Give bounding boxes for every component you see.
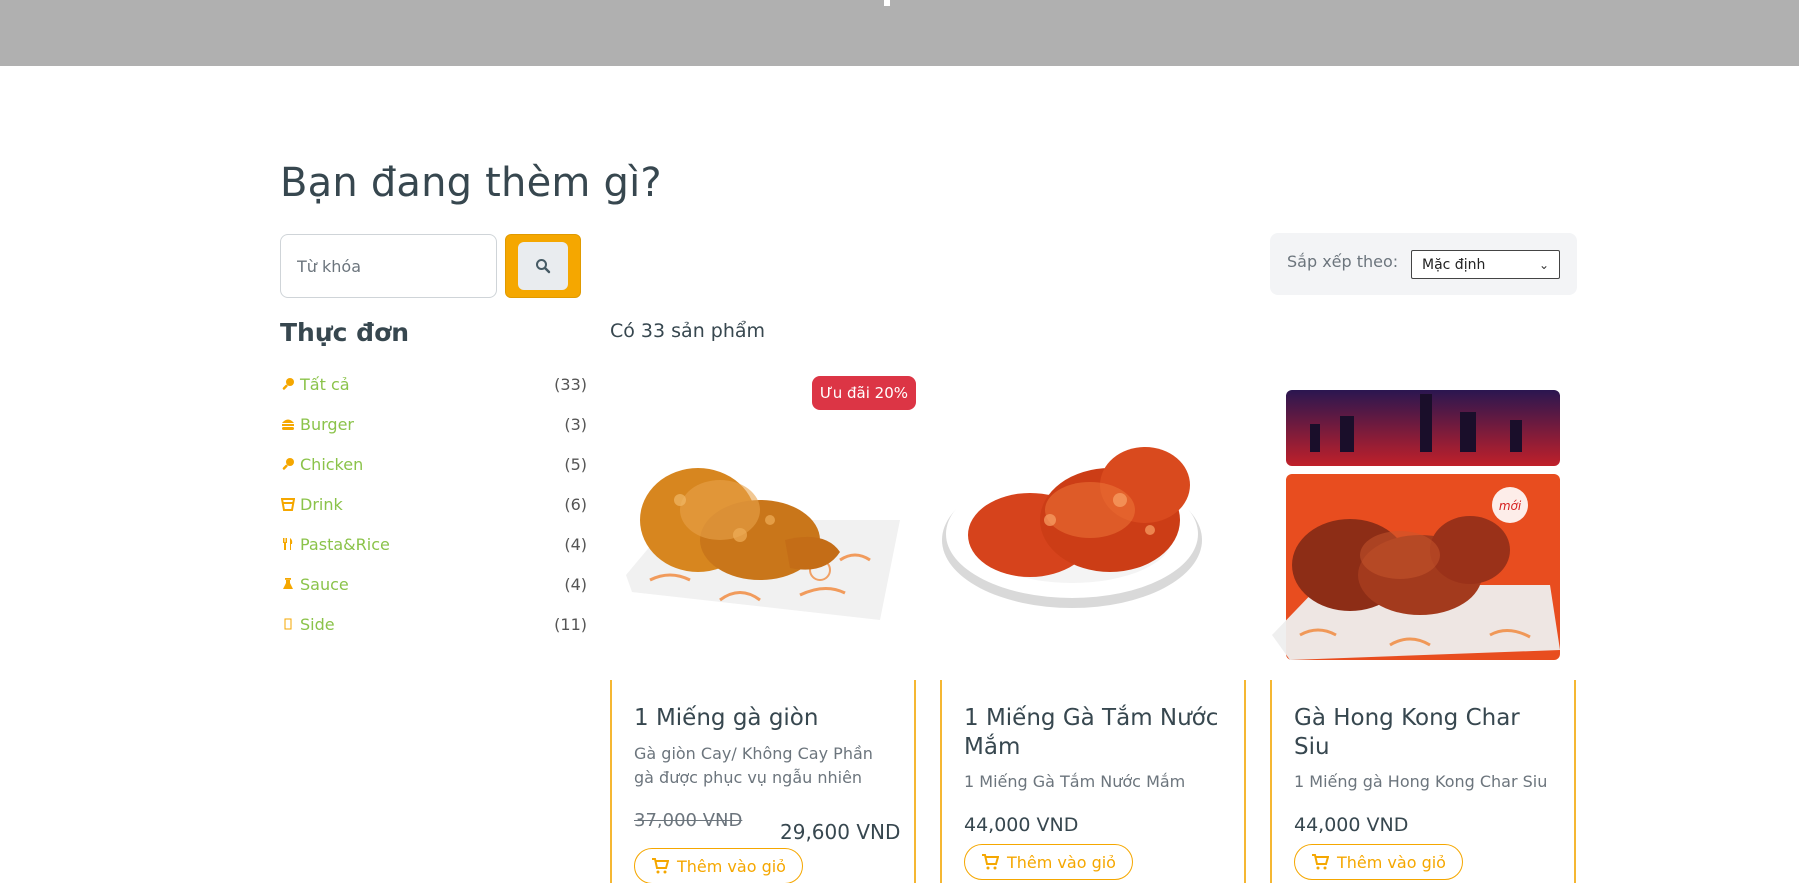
utensils-icon xyxy=(280,536,296,552)
new-badge-text: mới xyxy=(1499,499,1522,513)
box-icon xyxy=(280,616,296,632)
add-to-cart-label: Thêm vào giỏ xyxy=(1337,852,1446,872)
product-image[interactable]: mới xyxy=(1270,370,1576,670)
category-list: Tất cả (33) Burger (3) Chicken (5) Drink… xyxy=(280,364,587,644)
glass-icon xyxy=(280,496,296,512)
product-description: 1 Miếng Gà Tắm Nước Mắm xyxy=(964,772,1186,791)
cart-icon xyxy=(1312,854,1329,870)
category-item-sauce[interactable]: Sauce (4) xyxy=(280,564,587,604)
add-to-cart-label: Thêm vào giỏ xyxy=(677,856,786,876)
category-item-burger[interactable]: Burger (3) xyxy=(280,404,587,444)
category-count: (11) xyxy=(554,614,587,634)
flask-icon xyxy=(280,576,296,592)
sort-select[interactable]: Mặc định ⌄ xyxy=(1411,250,1560,279)
discount-badge: Ưu đãi 20% xyxy=(811,376,916,410)
category-item-drink[interactable]: Drink (6) xyxy=(280,484,587,524)
category-label: Tất cả xyxy=(300,374,350,394)
category-count: (4) xyxy=(564,574,587,594)
add-to-cart-button[interactable]: Thêm vào giỏ xyxy=(1294,844,1463,880)
search-input[interactable] xyxy=(280,234,497,298)
category-count: (5) xyxy=(564,454,587,474)
sort-panel: Sắp xếp theo: Mặc định ⌄ xyxy=(1270,233,1577,295)
chevron-down-icon: ⌄ xyxy=(1538,257,1549,272)
drumstick-icon xyxy=(280,456,296,472)
category-item-pasta-rice[interactable]: Pasta&Rice (4) xyxy=(280,524,587,564)
category-label: Sauce xyxy=(300,574,349,594)
category-label: Side xyxy=(300,614,335,634)
banner-indicator xyxy=(884,0,890,6)
page-title: Bạn đang thèm gì? xyxy=(280,160,662,206)
product-card: 1 Miếng Gà Tắm Nước Mắm 1 Miếng Gà Tắm N… xyxy=(940,370,1246,883)
product-count: Có 33 sản phẩm xyxy=(610,320,766,342)
add-to-cart-label: Thêm vào giỏ xyxy=(1007,852,1116,872)
product-card: Ưu đãi 20% 1 Miếng gà giòn Gà giòn Cay/ … xyxy=(610,370,916,883)
product-image[interactable] xyxy=(610,370,916,670)
sort-label: Sắp xếp theo: xyxy=(1287,252,1399,271)
category-label: Burger xyxy=(300,414,354,434)
menu-title: Thực đơn xyxy=(280,318,410,347)
product-image[interactable] xyxy=(940,370,1246,670)
sale-price: 29,600 VND xyxy=(780,820,901,844)
category-item-chicken[interactable]: Chicken (5) xyxy=(280,444,587,484)
cart-icon xyxy=(982,854,999,870)
burger-icon xyxy=(280,416,296,432)
add-to-cart-button[interactable]: Thêm vào giỏ xyxy=(634,848,803,883)
old-price: 37,000 VND xyxy=(634,810,743,831)
top-banner xyxy=(0,0,1799,66)
sort-selected-value: Mặc định xyxy=(1422,256,1486,273)
product-name[interactable]: 1 Miếng gà giòn xyxy=(634,704,894,733)
category-item-all[interactable]: Tất cả (33) xyxy=(280,364,587,404)
category-count: (4) xyxy=(564,534,587,554)
search-button-inner xyxy=(518,242,568,290)
drumstick-icon xyxy=(280,376,296,392)
product-card: mới Gà Hong Kong Char Siu 1 Miếng gà Hon… xyxy=(1270,370,1576,883)
category-label: Chicken xyxy=(300,454,364,474)
add-to-cart-button[interactable]: Thêm vào giỏ xyxy=(964,844,1133,880)
price: 44,000 VND xyxy=(964,814,1079,836)
product-name[interactable]: 1 Miếng Gà Tắm Nước Mắm xyxy=(964,704,1224,762)
category-count: (33) xyxy=(554,374,587,394)
product-description: Gà giòn Cay/ Không Cay Phần gà được phục… xyxy=(634,744,873,787)
search-button[interactable] xyxy=(505,234,581,298)
search-icon xyxy=(536,259,551,274)
cart-icon xyxy=(652,858,669,874)
category-count: (3) xyxy=(564,414,587,434)
category-label: Drink xyxy=(300,494,343,514)
product-description: 1 Miếng gà Hong Kong Char Siu xyxy=(1294,772,1548,791)
category-label: Pasta&Rice xyxy=(300,534,390,554)
category-count: (6) xyxy=(564,494,587,514)
product-name[interactable]: Gà Hong Kong Char Siu xyxy=(1294,704,1554,762)
price: 44,000 VND xyxy=(1294,814,1409,836)
category-item-side[interactable]: Side (11) xyxy=(280,604,587,644)
